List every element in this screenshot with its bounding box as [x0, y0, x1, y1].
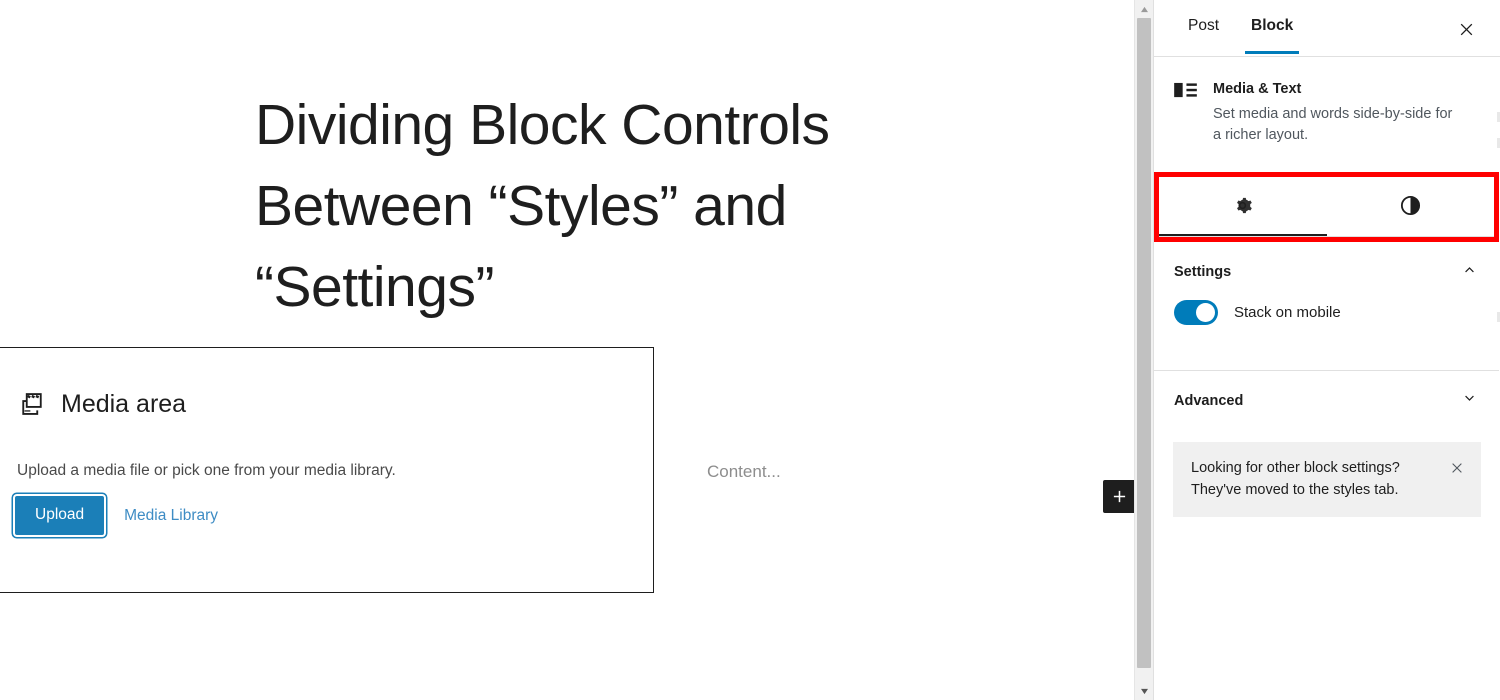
media-placeholder-icon — [18, 390, 46, 418]
tab-styles[interactable] — [1327, 177, 1495, 236]
scrollbar-up-arrow[interactable] — [1135, 0, 1153, 18]
media-and-text-icon — [1174, 82, 1197, 146]
sidebar-tab-bar: Post Block — [1154, 0, 1500, 57]
media-library-link[interactable]: Media Library — [124, 507, 218, 525]
stack-on-mobile-toggle[interactable] — [1174, 300, 1218, 325]
plus-icon — [1113, 490, 1126, 503]
editor-canvas: Dividing Block Controls Between “Styles”… — [0, 0, 1134, 700]
post-title[interactable]: Dividing Block Controls Between “Styles”… — [255, 85, 955, 328]
block-settings-sidebar: Post Block Media & Text Set media and wo… — [1153, 0, 1500, 700]
tab-settings[interactable] — [1159, 177, 1327, 236]
wordpress-block-editor: Dividing Block Controls Between “Styles”… — [0, 0, 1500, 700]
tab-block[interactable]: Block — [1235, 0, 1309, 54]
canvas-scrollbar[interactable] — [1134, 0, 1153, 700]
close-icon — [1460, 23, 1472, 35]
stack-on-mobile-label: Stack on mobile — [1234, 303, 1341, 321]
stack-on-mobile-row: Stack on mobile — [1174, 300, 1479, 325]
block-settings-notice: Looking for other block settings? They'v… — [1173, 442, 1481, 517]
settings-panel: Settings Stack on mobile — [1154, 242, 1499, 347]
scrollbar-thumb[interactable] — [1137, 18, 1151, 668]
triangle-up-icon — [1140, 6, 1148, 12]
chevron-down-icon — [1460, 389, 1479, 413]
content-placeholder[interactable]: Content... — [707, 460, 781, 484]
notice-dismiss-button[interactable] — [1447, 458, 1467, 478]
block-card-title: Media & Text — [1213, 81, 1302, 97]
notice-text: Looking for other block settings? They'v… — [1191, 460, 1400, 498]
media-placeholder-header: Media area — [18, 390, 186, 418]
settings-panel-header[interactable]: Settings — [1154, 242, 1499, 300]
gear-icon — [1231, 194, 1254, 220]
advanced-panel-header[interactable]: Advanced — [1154, 371, 1499, 429]
icon-tabs-highlight-box — [1154, 172, 1499, 242]
contrast-half-circle-icon — [1399, 194, 1422, 220]
advanced-panel-title: Advanced — [1174, 393, 1244, 409]
scrollbar-down-arrow[interactable] — [1135, 682, 1153, 700]
media-placeholder[interactable]: Media area Upload a media file or pick o… — [0, 347, 654, 593]
chevron-up-icon — [1460, 260, 1479, 284]
block-card-description: Set media and words side-by-side for a r… — [1213, 106, 1453, 143]
settings-panel-title: Settings — [1174, 264, 1232, 280]
tab-post[interactable]: Post — [1172, 0, 1235, 53]
upload-button[interactable]: Upload — [15, 496, 105, 535]
media-and-text-block[interactable]: Media area Upload a media file or pick o… — [0, 347, 654, 593]
block-card: Media & Text Set media and words side-by… — [1154, 57, 1500, 166]
add-block-button[interactable] — [1103, 480, 1134, 513]
triangle-down-icon — [1140, 688, 1148, 694]
media-area-label: Media area — [61, 390, 187, 418]
media-instructions: Upload a media file or pick one from you… — [17, 462, 396, 479]
settings-panel-body: Stack on mobile — [1154, 300, 1499, 347]
block-inspector-tab-bar — [1159, 177, 1494, 237]
media-actions: Upload Media Library — [15, 496, 218, 535]
close-sidebar-button[interactable] — [1450, 13, 1482, 45]
close-icon — [1452, 463, 1462, 473]
block-card-text: Media & Text Set media and words side-by… — [1213, 79, 1461, 146]
advanced-panel: Advanced — [1154, 370, 1499, 429]
